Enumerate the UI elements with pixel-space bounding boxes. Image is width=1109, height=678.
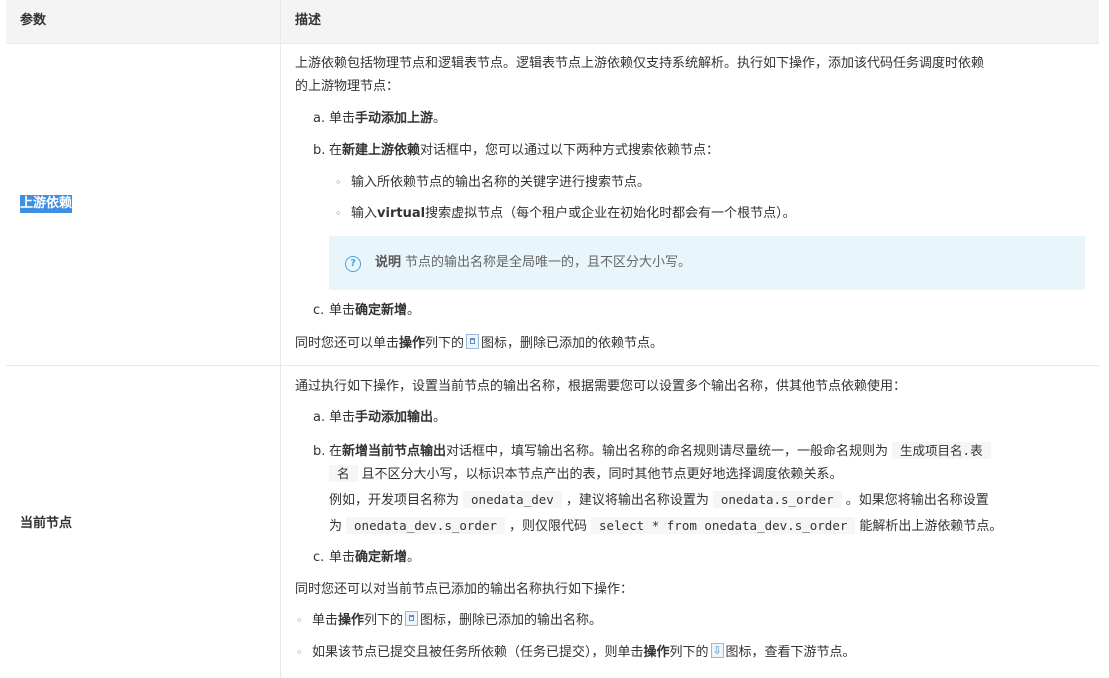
current-step-b-line3: 例如，开发项目名称为 onedata_dev ，建议将输出名称设置为 onedata.… — [329, 491, 989, 508]
column-divider — [280, 0, 281, 678]
naming-rule-code: 生成项目名.表 — [892, 442, 991, 459]
current-followup: 同时您还可以对当前节点已添加的输出名称执行如下操作： — [295, 582, 634, 597]
upstream-footer: 同时您还可以单击操作列下的 图标，删除已添加的依赖节点。 — [295, 334, 664, 351]
current-step-b-line2: 名且不区分大小写，以标识本节点产出的表，同时其他节点更好地选择调度依赖关系。 — [329, 464, 843, 485]
upstream-bullet-2: ◦ 输入virtual搜索虚拟节点（每个租户或企业在初始化时都会有一个根节点）。 — [335, 206, 796, 221]
upstream-step-a: a. 单击手动添加上游。 — [313, 111, 447, 126]
current-step-a: a. 单击手动添加输出。 — [313, 410, 447, 425]
note-text: 节点的输出名称是全局唯一的，且不区分大小写。 — [405, 255, 692, 270]
current-bullet-2: ◦如果该节点已提交且被任务所依赖（任务已提交），则单击操作列下的图标，查看下游节… — [296, 641, 856, 663]
row-separator — [6, 365, 1099, 366]
current-bullet-1: ◦ 单击操作列下的 图标，删除已添加的输出名称。 — [296, 611, 603, 628]
trash-icon[interactable] — [405, 611, 419, 626]
note-title: 说明 — [375, 255, 402, 270]
current-step-b-line4: 为 onedata_dev.s_order ，则仅限代码 select * from … — [329, 517, 1003, 534]
trash-icon[interactable] — [466, 334, 480, 349]
upstream-step-c: c. 单击确定新增。 — [313, 303, 421, 318]
header-param: 参数 — [20, 13, 47, 28]
current-step-c: c. 单击确定新增。 — [313, 550, 421, 565]
upstream-intro-cont: 的上游物理节点： — [295, 79, 400, 94]
param-current-node: 当前节点 — [20, 516, 73, 531]
parameter-table: 参数 描述 上游依赖 上游依赖包括物理节点和逻辑表节点。逻辑表节点上游依赖仅支持… — [6, 0, 1099, 678]
table-header: 参数 描述 — [6, 0, 1099, 44]
question-icon: ? — [345, 256, 361, 272]
current-step-b: b. 在新增当前节点输出对话框中，填写输出名称。输出名称的命名规则请尽量统一，一般… — [313, 441, 995, 462]
param-upstream: 上游依赖 — [20, 195, 73, 213]
add-upstream-label: 手动添加上游 — [355, 111, 434, 126]
upstream-step-b: b. 在新建上游依赖对话框中，您可以通过以下两种方式搜索依赖节点： — [313, 143, 720, 158]
note-callout: ? 说明 节点的输出名称是全局唯一的，且不区分大小写。 — [329, 236, 1085, 290]
header-description: 描述 — [295, 13, 322, 28]
upstream-intro: 上游依赖包括物理节点和逻辑表节点。逻辑表节点上游依赖仅支持系统解析。执行如下操作… — [295, 56, 985, 71]
download-icon[interactable] — [710, 641, 724, 661]
current-intro: 通过执行如下操作，设置当前节点的输出名称，根据需要您可以设置多个输出名称，供其他… — [295, 379, 907, 394]
upstream-bullet-1: ◦ 输入所依赖节点的输出名称的关键字进行搜索节点。 — [335, 175, 651, 190]
